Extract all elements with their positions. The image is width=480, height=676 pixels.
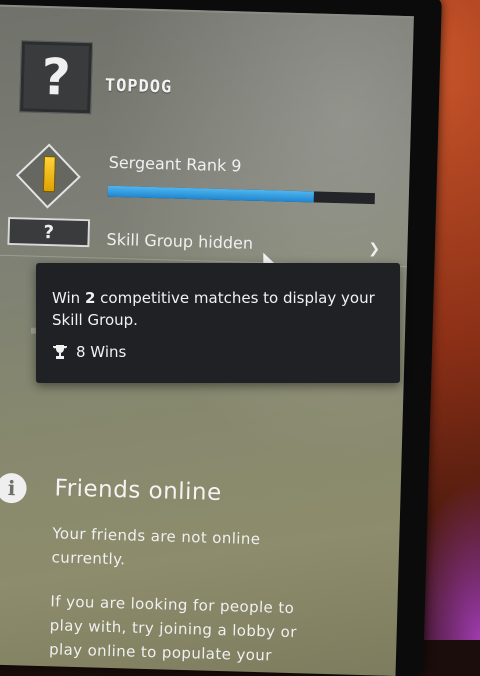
skill-group-label[interactable]: Skill Group hidden — [106, 230, 253, 253]
wins-label: 8 Wins — [76, 343, 127, 361]
xp-progress-fill — [107, 185, 314, 203]
tooltip-text-before: Win — [52, 289, 85, 307]
wins-row: 8 Wins — [52, 343, 126, 361]
chevron-down-icon[interactable]: ❯ — [368, 241, 380, 257]
tooltip-message: Win 2 competitive matches to display you… — [52, 287, 392, 331]
friends-message-offline: Your friends are not online currently. — [51, 524, 261, 569]
trophy-icon — [53, 345, 67, 359]
friends-title: Friends online — [54, 475, 223, 507]
rank-name: Sergeant Rank 9 — [108, 152, 242, 176]
rank-chevron-icon — [42, 155, 56, 193]
avatar-glyph: ? — [40, 47, 72, 107]
xp-progress-bar — [107, 185, 375, 205]
username[interactable]: TOPDOG — [105, 76, 173, 98]
skill-group-glyph: ? — [43, 221, 55, 243]
info-icon: i — [0, 472, 27, 504]
tooltip-win-count: 2 — [84, 289, 96, 307]
tooltip-text-after: competitive matches to display your Skil… — [52, 289, 375, 329]
friends-message-suggestion: If you are looking for people to play wi… — [48, 592, 298, 665]
skill-group-tooltip: Win 2 competitive matches to display you… — [36, 263, 400, 383]
skill-group-icon: ? — [7, 216, 91, 248]
avatar[interactable]: ? — [19, 40, 94, 115]
